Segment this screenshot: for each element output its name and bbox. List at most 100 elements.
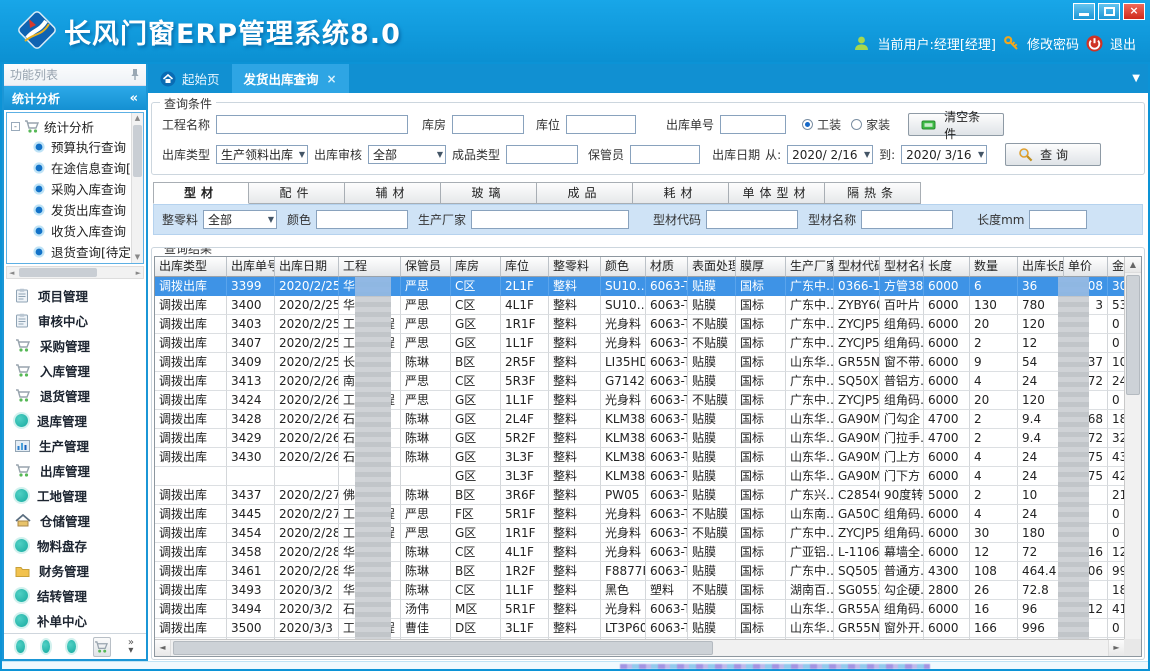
table-row[interactable]: 调拨出库34612020/2/28华 原…陈琳B区1R2F整料F8877FT60…	[155, 562, 1124, 581]
grid-scroll-up-icon[interactable]: ▲	[1125, 257, 1141, 273]
footer-cart-button[interactable]	[93, 637, 111, 657]
zero-select[interactable]: 全部▼	[203, 210, 277, 229]
sidebar-item-项目管理[interactable]: 项目管理	[4, 283, 146, 308]
column-header-整零料[interactable]: 整零料	[549, 257, 601, 277]
tab-close-icon[interactable]: ×	[327, 72, 337, 86]
tree-item-退货查询[待定][interactable]: 退货查询[待定]	[11, 241, 143, 262]
radio-gongzhuang[interactable]	[802, 119, 813, 130]
table-row[interactable]: 调拨出库34092020/2/25长 …陈琳B区2R5F整料LI35HD6063…	[155, 353, 1124, 372]
tree-item-退库管理[待定][interactable]: 退库管理[待定]	[11, 262, 143, 264]
grid-horizontal-scrollbar[interactable]: ◄ ►	[155, 639, 1124, 656]
table-row[interactable]: 调拨出库34302020/2/26石 城陈琳G区3L3F整料KLM3817606…	[155, 448, 1124, 467]
column-header-数量[interactable]: 数量	[970, 257, 1018, 277]
outbound-type-select[interactable]: 生产领料出库▼	[216, 145, 308, 164]
tree-vertical-scrollbar[interactable]: ▲ ▼	[131, 113, 143, 263]
material-tab-配件[interactable]: 配件	[249, 182, 345, 204]
column-header-型材代码[interactable]: 型材代码	[834, 257, 880, 277]
table-row[interactable]: 调拨出库34542020/2/28工 共工程严思G区1R1F整料光身料6063-…	[155, 524, 1124, 543]
grid-scroll-right-icon[interactable]: ►	[1108, 640, 1124, 656]
pin-icon[interactable]	[130, 68, 140, 81]
sidebar-item-生产管理[interactable]: 生产管理	[4, 433, 146, 458]
table-row[interactable]: 调拨出库34452020/2/27工 共工程严思F区5R1F整料光身料6063-…	[155, 505, 1124, 524]
material-tab-耗材[interactable]: 耗材	[633, 182, 729, 204]
length-input[interactable]	[1029, 210, 1087, 229]
table-row[interactable]: G区3L3F整料KLM38176063-T5贴膜国标山东华…GA90M09.门下…	[155, 467, 1124, 486]
table-row[interactable]: 调拨出库34932020/3/2华 原…陈琳C区1L1F整料黑色塑料不贴膜国标湖…	[155, 581, 1124, 600]
table-row[interactable]: 调拨出库35002020/3/3工 共工程曹佳D区3L1F整料LT3P60606…	[155, 619, 1124, 638]
sidebar-item-采购管理[interactable]: 采购管理	[4, 333, 146, 358]
tree-item-收货入库查询[interactable]: 收货入库查询	[11, 220, 143, 241]
table-row[interactable]: 调拨出库34032020/2/25工 共工程严思G区1R1F整料光身料6063-…	[155, 315, 1124, 334]
table-row[interactable]: 调拨出库33992020/2/25华 原…严思C区2L1F整料SU10…6063…	[155, 277, 1124, 296]
collapse-icon[interactable]: «	[130, 91, 138, 106]
clear-conditions-button[interactable]: 清空条件	[908, 113, 1004, 136]
audit-select[interactable]: 全部▼	[368, 145, 446, 164]
table-row[interactable]: 调拨出库34072020/2/25工 共工程严思G区1L1F整料光身料6063-…	[155, 334, 1124, 353]
sidebar-item-审核中心[interactable]: 审核中心	[4, 308, 146, 333]
tab-home[interactable]: 起始页	[148, 64, 232, 93]
column-header-保管员[interactable]: 保管员	[401, 257, 451, 277]
column-header-颜色[interactable]: 颜色	[601, 257, 646, 277]
column-header-单价[interactable]: 单价	[1064, 257, 1108, 277]
table-row[interactable]: 调拨出库34582020/2/28华 原…陈琳C区4L1F整料光身料6063-T…	[155, 543, 1124, 562]
table-row[interactable]: 调拨出库34372020/2/27佛 料…陈琳B区3R6F整料PW056063-…	[155, 486, 1124, 505]
table-row[interactable]: 调拨出库34002020/2/25华 原…严思C区4L1F整料SU10…6063…	[155, 296, 1124, 315]
scroll-up-icon[interactable]: ▲	[132, 113, 143, 124]
column-header-材质[interactable]: 材质	[646, 257, 688, 277]
column-header-长度[interactable]: 长度	[924, 257, 970, 277]
column-header-生产厂家[interactable]: 生产厂家	[786, 257, 834, 277]
sidebar-item-补单中心[interactable]: 补单中心	[4, 608, 146, 633]
project-name-input[interactable]	[216, 115, 408, 134]
table-row[interactable]: 调拨出库34292020/2/26石 城陈琳G区5R2F整料KLM3817606…	[155, 429, 1124, 448]
column-header-库位[interactable]: 库位	[501, 257, 549, 277]
location-input[interactable]	[566, 115, 636, 134]
material-tab-单体型材[interactable]: 单体型材	[729, 182, 825, 204]
sidebar-item-工地管理[interactable]: 工地管理	[4, 483, 146, 508]
minimize-button[interactable]	[1073, 3, 1095, 20]
material-tab-辅材[interactable]: 辅材	[345, 182, 441, 204]
logout-link[interactable]: 退出	[1110, 34, 1136, 53]
grid-vertical-scrollbar[interactable]: ▲	[1124, 257, 1141, 639]
product-type-input[interactable]	[506, 145, 578, 164]
material-tab-隔热条[interactable]: 隔热条	[825, 182, 921, 204]
tree-scroll-thumb[interactable]	[133, 125, 142, 177]
table-row[interactable]: 调拨出库34282020/2/26石 城陈琳G区2L4F整料KLM3817606…	[155, 410, 1124, 429]
order-no-input[interactable]	[720, 115, 786, 134]
maximize-button[interactable]	[1098, 3, 1120, 20]
column-header-出库单号[interactable]: 出库单号	[227, 257, 275, 277]
radio-jiazhuang[interactable]	[851, 119, 862, 130]
footer-more-icon[interactable]: »▾	[128, 639, 134, 655]
tree-root-node[interactable]: - 统计分析	[11, 116, 143, 136]
column-header-库房[interactable]: 库房	[451, 257, 501, 277]
sidebar-item-入库管理[interactable]: 入库管理	[4, 358, 146, 383]
sidebar-item-财务管理[interactable]: 财务管理	[4, 558, 146, 583]
column-header-工程[interactable]: 工程	[339, 257, 401, 277]
tree-item-采购入库查询[interactable]: 采购入库查询	[11, 178, 143, 199]
material-tab-成品[interactable]: 成品	[537, 182, 633, 204]
search-button[interactable]: 查 询	[1005, 143, 1101, 166]
date-to-select[interactable]: 2020/ 3/16▼	[901, 145, 987, 164]
column-header-出库日期[interactable]: 出库日期	[275, 257, 339, 277]
scroll-down-icon[interactable]: ▼	[132, 252, 143, 263]
tree-item-预算执行查询[interactable]: 预算执行查询	[11, 136, 143, 157]
column-header-表面处理[interactable]: 表面处理	[688, 257, 736, 277]
tree-horizontal-scrollbar[interactable]: ◄ ►	[6, 266, 144, 279]
tree-expander-icon[interactable]: -	[11, 122, 20, 131]
color-input[interactable]	[316, 210, 408, 229]
date-from-select[interactable]: 2020/ 2/16▼	[787, 145, 873, 164]
scroll-left-icon[interactable]: ◄	[9, 267, 14, 279]
column-header-型材名称[interactable]: 型材名称	[880, 257, 924, 277]
footer-dot-icon[interactable]	[67, 640, 76, 653]
factory-input[interactable]	[471, 210, 629, 229]
footer-dot-icon[interactable]	[42, 640, 51, 653]
scroll-right-icon[interactable]: ►	[136, 267, 141, 279]
tab-shipping-outbound-query[interactable]: 发货出库查询 ×	[232, 64, 349, 93]
tree-item-发货出库查询[interactable]: 发货出库查询	[11, 199, 143, 220]
keeper-input[interactable]	[630, 145, 700, 164]
sidebar-item-仓储管理[interactable]: 仓储管理	[4, 508, 146, 533]
sidebar-item-物料盘存[interactable]: 物料盘存	[4, 533, 146, 558]
column-header-出库长度[interactable]: 出库长度	[1018, 257, 1064, 277]
change-password-link[interactable]: 修改密码	[1027, 34, 1079, 53]
table-row[interactable]: 调拨出库34242020/2/26工 共工程严思G区1L1F整料光身料6063-…	[155, 391, 1124, 410]
sidebar-item-退库管理[interactable]: 退库管理	[4, 408, 146, 433]
